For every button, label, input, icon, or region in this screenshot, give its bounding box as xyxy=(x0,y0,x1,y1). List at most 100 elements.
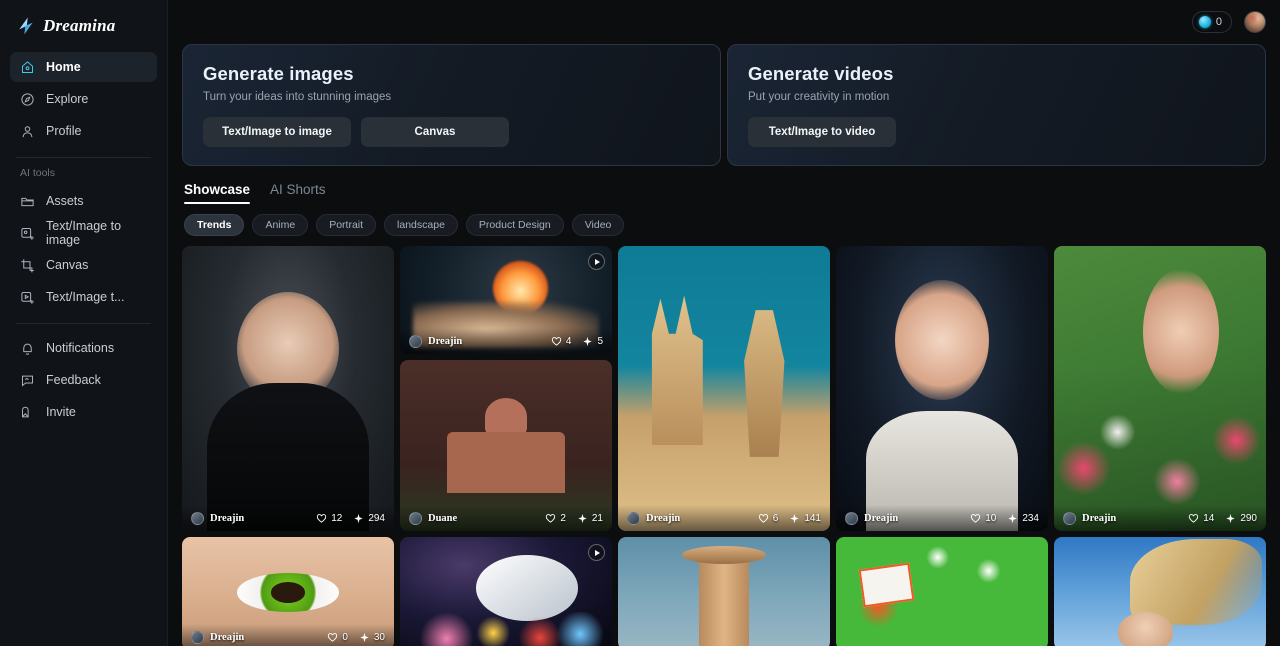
gallery-column: Dreajin 12 294 Dreajin 0 30 xyxy=(182,246,394,646)
play-icon[interactable] xyxy=(588,253,605,270)
card-stats: 12 294 xyxy=(316,513,385,524)
star-count: 290 xyxy=(1225,513,1257,524)
user-avatar[interactable] xyxy=(1244,11,1266,33)
play-icon[interactable] xyxy=(588,544,605,561)
author-avatar xyxy=(191,630,204,644)
card-subtitle: Put your creativity in motion xyxy=(748,91,890,103)
tab-showcase[interactable]: Showcase xyxy=(184,182,251,204)
gallery-card[interactable]: Dreajin 14 290 xyxy=(1054,246,1266,531)
card-actions: Text/Image to video xyxy=(748,117,1245,147)
coin-icon xyxy=(1198,16,1211,28)
sidebar-item-text-image-to-image[interactable]: Text/Image to image xyxy=(10,218,157,248)
sidebar-item-canvas[interactable]: Canvas xyxy=(10,250,157,280)
gallery-card[interactable]: Dreajin 0 30 xyxy=(182,537,394,646)
gallery-card[interactable] xyxy=(1054,537,1266,646)
star-count: 234 xyxy=(1007,513,1039,524)
card-stats: 10 234 xyxy=(970,513,1039,524)
card-artwork xyxy=(836,246,1048,531)
gallery-tabs: Showcase AI Shorts xyxy=(182,182,1266,204)
card-meta: Dreajin 12 294 xyxy=(182,505,394,531)
author-name: Dreajin xyxy=(428,335,463,347)
author-name: Duane xyxy=(428,512,458,524)
author-name: Dreajin xyxy=(210,512,245,524)
star-count: 30 xyxy=(359,632,385,643)
gallery-card[interactable] xyxy=(836,537,1048,646)
author-name: Dreajin xyxy=(646,512,681,524)
star-count: 141 xyxy=(789,513,821,524)
sidebar-utility-nav: Notifications Feedback Invite xyxy=(10,333,157,427)
main-content: 0 Generate images Turn your ideas into s… xyxy=(168,0,1280,646)
sidebar-item-label: Feedback xyxy=(46,373,101,387)
text-image-to-video-button[interactable]: Text/Image to video xyxy=(748,117,896,147)
gallery-card[interactable]: Dreajin 12 294 xyxy=(182,246,394,531)
chip-trends[interactable]: Trends xyxy=(184,214,245,236)
sidebar-item-feedback[interactable]: Feedback xyxy=(10,365,157,395)
person-icon xyxy=(20,124,35,139)
brand-logo[interactable]: Dreamina xyxy=(10,0,157,52)
card-stats: 45 xyxy=(551,336,603,347)
filter-chips: Trends Anime Portrait landscape Product … xyxy=(182,214,1266,236)
card-artwork xyxy=(618,246,830,531)
author-avatar xyxy=(191,511,204,525)
card-title: Generate videos xyxy=(748,63,894,84)
gallery-card[interactable]: Dreajin 10 234 xyxy=(836,246,1048,531)
author-avatar xyxy=(409,334,422,348)
card-meta: Dreajin 6 141 xyxy=(618,505,830,531)
star-count: 294 xyxy=(353,513,385,524)
sidebar-item-assets[interactable]: Assets xyxy=(10,186,157,216)
home-icon xyxy=(20,60,35,75)
card-artwork xyxy=(618,537,830,646)
sidebar-item-profile[interactable]: Profile xyxy=(10,116,157,146)
text-image-to-image-button[interactable]: Text/Image to image xyxy=(203,117,351,147)
chip-product-design[interactable]: Product Design xyxy=(465,214,564,236)
sidebar-item-invite[interactable]: Invite xyxy=(10,397,157,427)
author-avatar xyxy=(409,511,422,525)
gallery-card[interactable] xyxy=(400,537,612,646)
gallery-card[interactable]: Duane 2 21 xyxy=(400,360,612,531)
gallery-card[interactable] xyxy=(618,537,830,646)
topbar: 0 xyxy=(168,0,1280,44)
video-plus-icon xyxy=(20,290,35,305)
star-count: 21 xyxy=(577,513,603,524)
card-meta: Dreajin 4 5 xyxy=(400,328,612,354)
card-stats: 0 30 xyxy=(327,632,385,643)
credits-badge[interactable]: 0 xyxy=(1191,11,1232,33)
sidebar-item-label: Home xyxy=(46,60,81,74)
sidebar-item-explore[interactable]: Explore xyxy=(10,84,157,114)
sidebar-divider-bottom xyxy=(16,323,151,324)
like-count: 0 xyxy=(327,632,348,643)
chat-icon xyxy=(20,373,35,388)
author-name: Dreajin xyxy=(864,512,899,524)
gallery-card[interactable]: Dreajin 4 5 xyxy=(400,246,612,354)
chip-landscape[interactable]: landscape xyxy=(384,214,458,236)
hero-row: Generate images Turn your ideas into stu… xyxy=(182,44,1266,166)
author-name: Dreajin xyxy=(210,631,245,643)
sidebar-item-home[interactable]: Home xyxy=(10,52,157,82)
gallery-column: Dreajin 10 234 xyxy=(836,246,1048,646)
credits-value: 0 xyxy=(1215,16,1222,28)
card-meta: Dreajin 0 30 xyxy=(182,624,394,646)
sidebar-item-label: Notifications xyxy=(46,341,115,355)
generate-videos-card: Generate videos Put your creativity in m… xyxy=(727,44,1266,166)
sidebar-divider-top xyxy=(16,157,151,158)
gallery-column: Dreajin 6 141 xyxy=(618,246,830,646)
card-title: Generate images xyxy=(203,63,354,84)
canvas-button[interactable]: Canvas xyxy=(361,117,509,147)
card-meta: Dreajin 14 290 xyxy=(1054,505,1266,531)
gallery-card[interactable]: Dreajin 6 141 xyxy=(618,246,830,531)
sidebar-item-text-image-to-video[interactable]: Text/Image t... xyxy=(10,282,157,312)
sidebar-item-label: Text/Image t... xyxy=(46,290,125,304)
chip-anime[interactable]: Anime xyxy=(252,214,309,236)
like-count: 10 xyxy=(970,513,996,524)
compass-icon xyxy=(20,92,35,107)
gallery-column: Dreajin 4 5 Duane 2 21 xyxy=(400,246,612,646)
sidebar-item-label: Invite xyxy=(46,405,76,419)
sidebar-item-notifications[interactable]: Notifications xyxy=(10,333,157,363)
sidebar-section-label: AI tools xyxy=(20,167,56,179)
chip-video[interactable]: Video xyxy=(571,214,625,236)
sidebar-item-label: Explore xyxy=(46,92,89,106)
chip-portrait[interactable]: Portrait xyxy=(316,214,377,236)
image-plus-icon xyxy=(20,226,35,241)
tab-ai-shorts[interactable]: AI Shorts xyxy=(270,182,326,204)
dreamina-star-icon xyxy=(19,17,33,35)
